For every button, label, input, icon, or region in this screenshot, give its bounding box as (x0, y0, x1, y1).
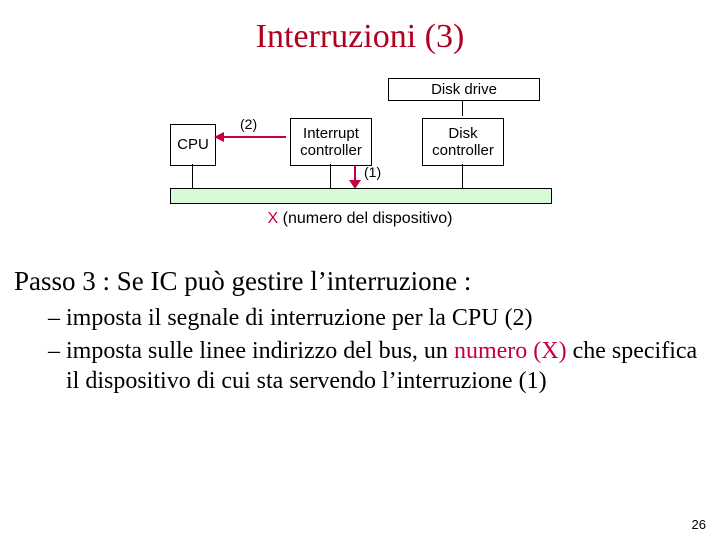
bus-caption-rest: (numero del dispositivo) (283, 210, 453, 227)
interrupt-controller-line1: Interrupt (303, 125, 359, 142)
page-number: 26 (692, 517, 706, 532)
interrupt-diagram: Disk drive CPU Interrupt controller Disk… (170, 78, 550, 258)
bus-caption: X (numero del dispositivo) (170, 210, 550, 228)
disk-controller-line2: controller (432, 142, 494, 159)
body-text: Passo 3 : Se IC può gestire l’interruzio… (0, 258, 720, 397)
step-heading: Passo 3 : Se IC può gestire l’interruzio… (14, 266, 698, 297)
disk-drive-connector (462, 100, 463, 116)
bus-caption-x: X (268, 210, 283, 227)
dc-bus-connector (462, 164, 463, 188)
bullet-list: – imposta il segnale di interruzione per… (48, 303, 698, 397)
bullet-2-text-a: imposta sulle linee indirizzo del bus, u… (66, 338, 454, 364)
interrupt-controller-box: Interrupt controller (290, 118, 372, 166)
arrow-ic-to-cpu (222, 136, 286, 138)
cpu-bus-connector (192, 164, 193, 188)
bullet-1-dash: – (48, 305, 66, 331)
bullet-2-dash: – (48, 338, 66, 364)
bullet-2-numero: numero (X) (454, 338, 567, 364)
bullet-1: – imposta il segnale di interruzione per… (48, 303, 698, 334)
disk-controller-line1: Disk (448, 125, 477, 142)
disk-drive-label: Disk drive (388, 78, 540, 101)
label-one: (1) (364, 164, 381, 180)
ic-bus-connector (330, 164, 331, 188)
slide-title: Interruzioni (3) (0, 0, 720, 56)
label-two: (2) (240, 116, 257, 132)
interrupt-controller-line2: controller (300, 142, 362, 159)
arrow-ic-to-cpu-head-icon (214, 132, 224, 142)
bullet-2: – imposta sulle linee indirizzo del bus,… (48, 336, 698, 397)
disk-controller-box: Disk controller (422, 118, 504, 166)
cpu-box: CPU (170, 124, 216, 166)
bullet-1-text: imposta il segnale di interruzione per l… (66, 305, 533, 331)
system-bus (170, 188, 552, 204)
